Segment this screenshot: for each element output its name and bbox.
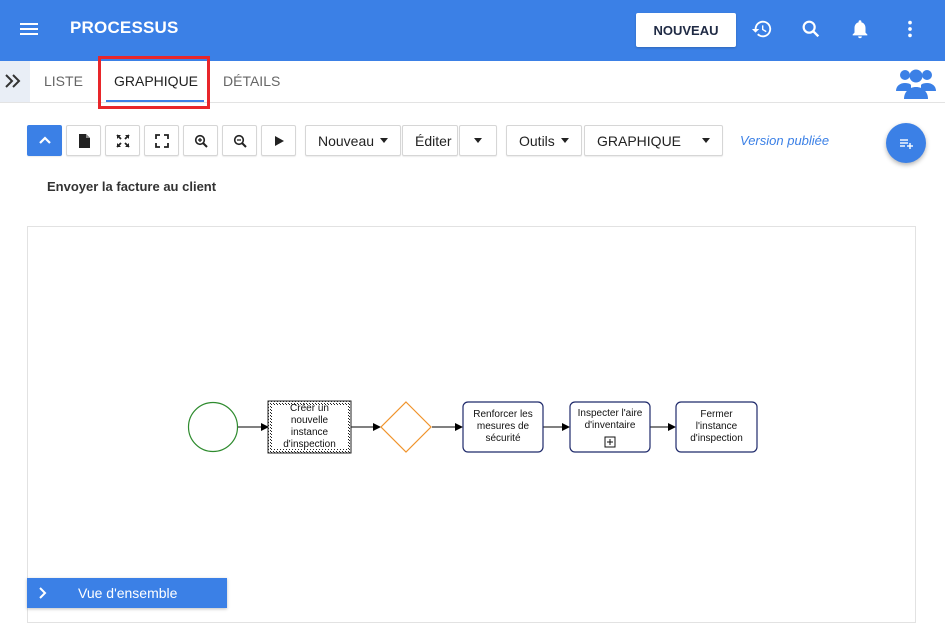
overview-label: Vue d'ensemble xyxy=(78,585,178,601)
zoom-out-button[interactable] xyxy=(222,125,257,156)
play-button[interactable] xyxy=(261,125,296,156)
document-icon xyxy=(78,133,90,148)
task-create-inspection-label: Créer un nouvelle instance d'inspection xyxy=(283,403,336,450)
menu-icon[interactable] xyxy=(19,19,39,39)
caret-down-icon xyxy=(474,138,482,143)
app-title: PROCESSUS xyxy=(70,18,179,37)
outils-dropdown[interactable]: Outils xyxy=(506,125,582,156)
more-vert-icon[interactable] xyxy=(899,18,921,40)
fullscreen-button[interactable] xyxy=(144,125,179,156)
process-title: Envoyer la facture au client xyxy=(47,179,217,194)
nouveau-label: Nouveau xyxy=(318,132,375,149)
expand-panel-button[interactable] xyxy=(0,61,30,102)
task-reinforce-security-label: Renforcer les mesures de sécurité xyxy=(473,409,533,444)
add-list-fab[interactable] xyxy=(886,123,926,163)
overview-toggle[interactable]: Vue d'ensemble xyxy=(27,578,227,608)
editer-button[interactable]: Éditer xyxy=(402,125,458,156)
collapse-up-icon xyxy=(38,135,51,144)
gateway[interactable] xyxy=(380,401,432,453)
zoom-out-icon xyxy=(233,134,247,148)
fit-arrows-icon xyxy=(115,133,130,148)
subprocess-inspect-inventory-label: Inspecter l'aire d'inventaire xyxy=(577,408,643,431)
editer-label: Éditer xyxy=(415,132,452,149)
history-icon[interactable] xyxy=(751,18,773,40)
tab-liste[interactable]: LISTE xyxy=(44,73,83,89)
task-close-inspection-label: Fermer l'instance d'inspection xyxy=(690,409,743,444)
collapse-button[interactable] xyxy=(27,125,62,156)
outils-label: Outils xyxy=(519,132,555,149)
view-select-value: GRAPHIQUE xyxy=(597,132,682,149)
fullscreen-icon xyxy=(154,133,169,148)
bell-icon[interactable] xyxy=(849,18,871,40)
diagram-canvas[interactable]: Créer un nouvelle instance d'inspection … xyxy=(27,226,916,623)
nouveau-dropdown[interactable]: Nouveau xyxy=(305,125,402,156)
editer-dropdown-toggle[interactable] xyxy=(459,125,497,156)
new-button[interactable]: NOUVEAU xyxy=(636,13,736,47)
caret-down-icon xyxy=(560,138,569,143)
tab-details[interactable]: DÉTAILS xyxy=(223,73,280,89)
fit-button[interactable] xyxy=(105,125,140,156)
double-chevron-right-icon xyxy=(5,74,21,88)
chevron-right-icon xyxy=(39,587,47,599)
view-select[interactable]: GRAPHIQUE xyxy=(584,125,723,156)
zoom-in-button[interactable] xyxy=(183,125,218,156)
version-status[interactable]: Version publiée xyxy=(740,133,829,148)
search-icon[interactable] xyxy=(800,18,822,40)
start-event[interactable] xyxy=(187,401,239,453)
team-icon[interactable] xyxy=(896,65,936,99)
playlist-add-icon xyxy=(900,139,913,149)
caret-down-icon xyxy=(380,138,389,143)
document-button[interactable] xyxy=(66,125,101,156)
tab-highlight-box xyxy=(98,56,210,109)
zoom-in-icon xyxy=(194,134,208,148)
app-bar: PROCESSUS NOUVEAU xyxy=(0,0,945,61)
caret-down-icon xyxy=(702,138,710,143)
play-icon xyxy=(274,135,284,146)
